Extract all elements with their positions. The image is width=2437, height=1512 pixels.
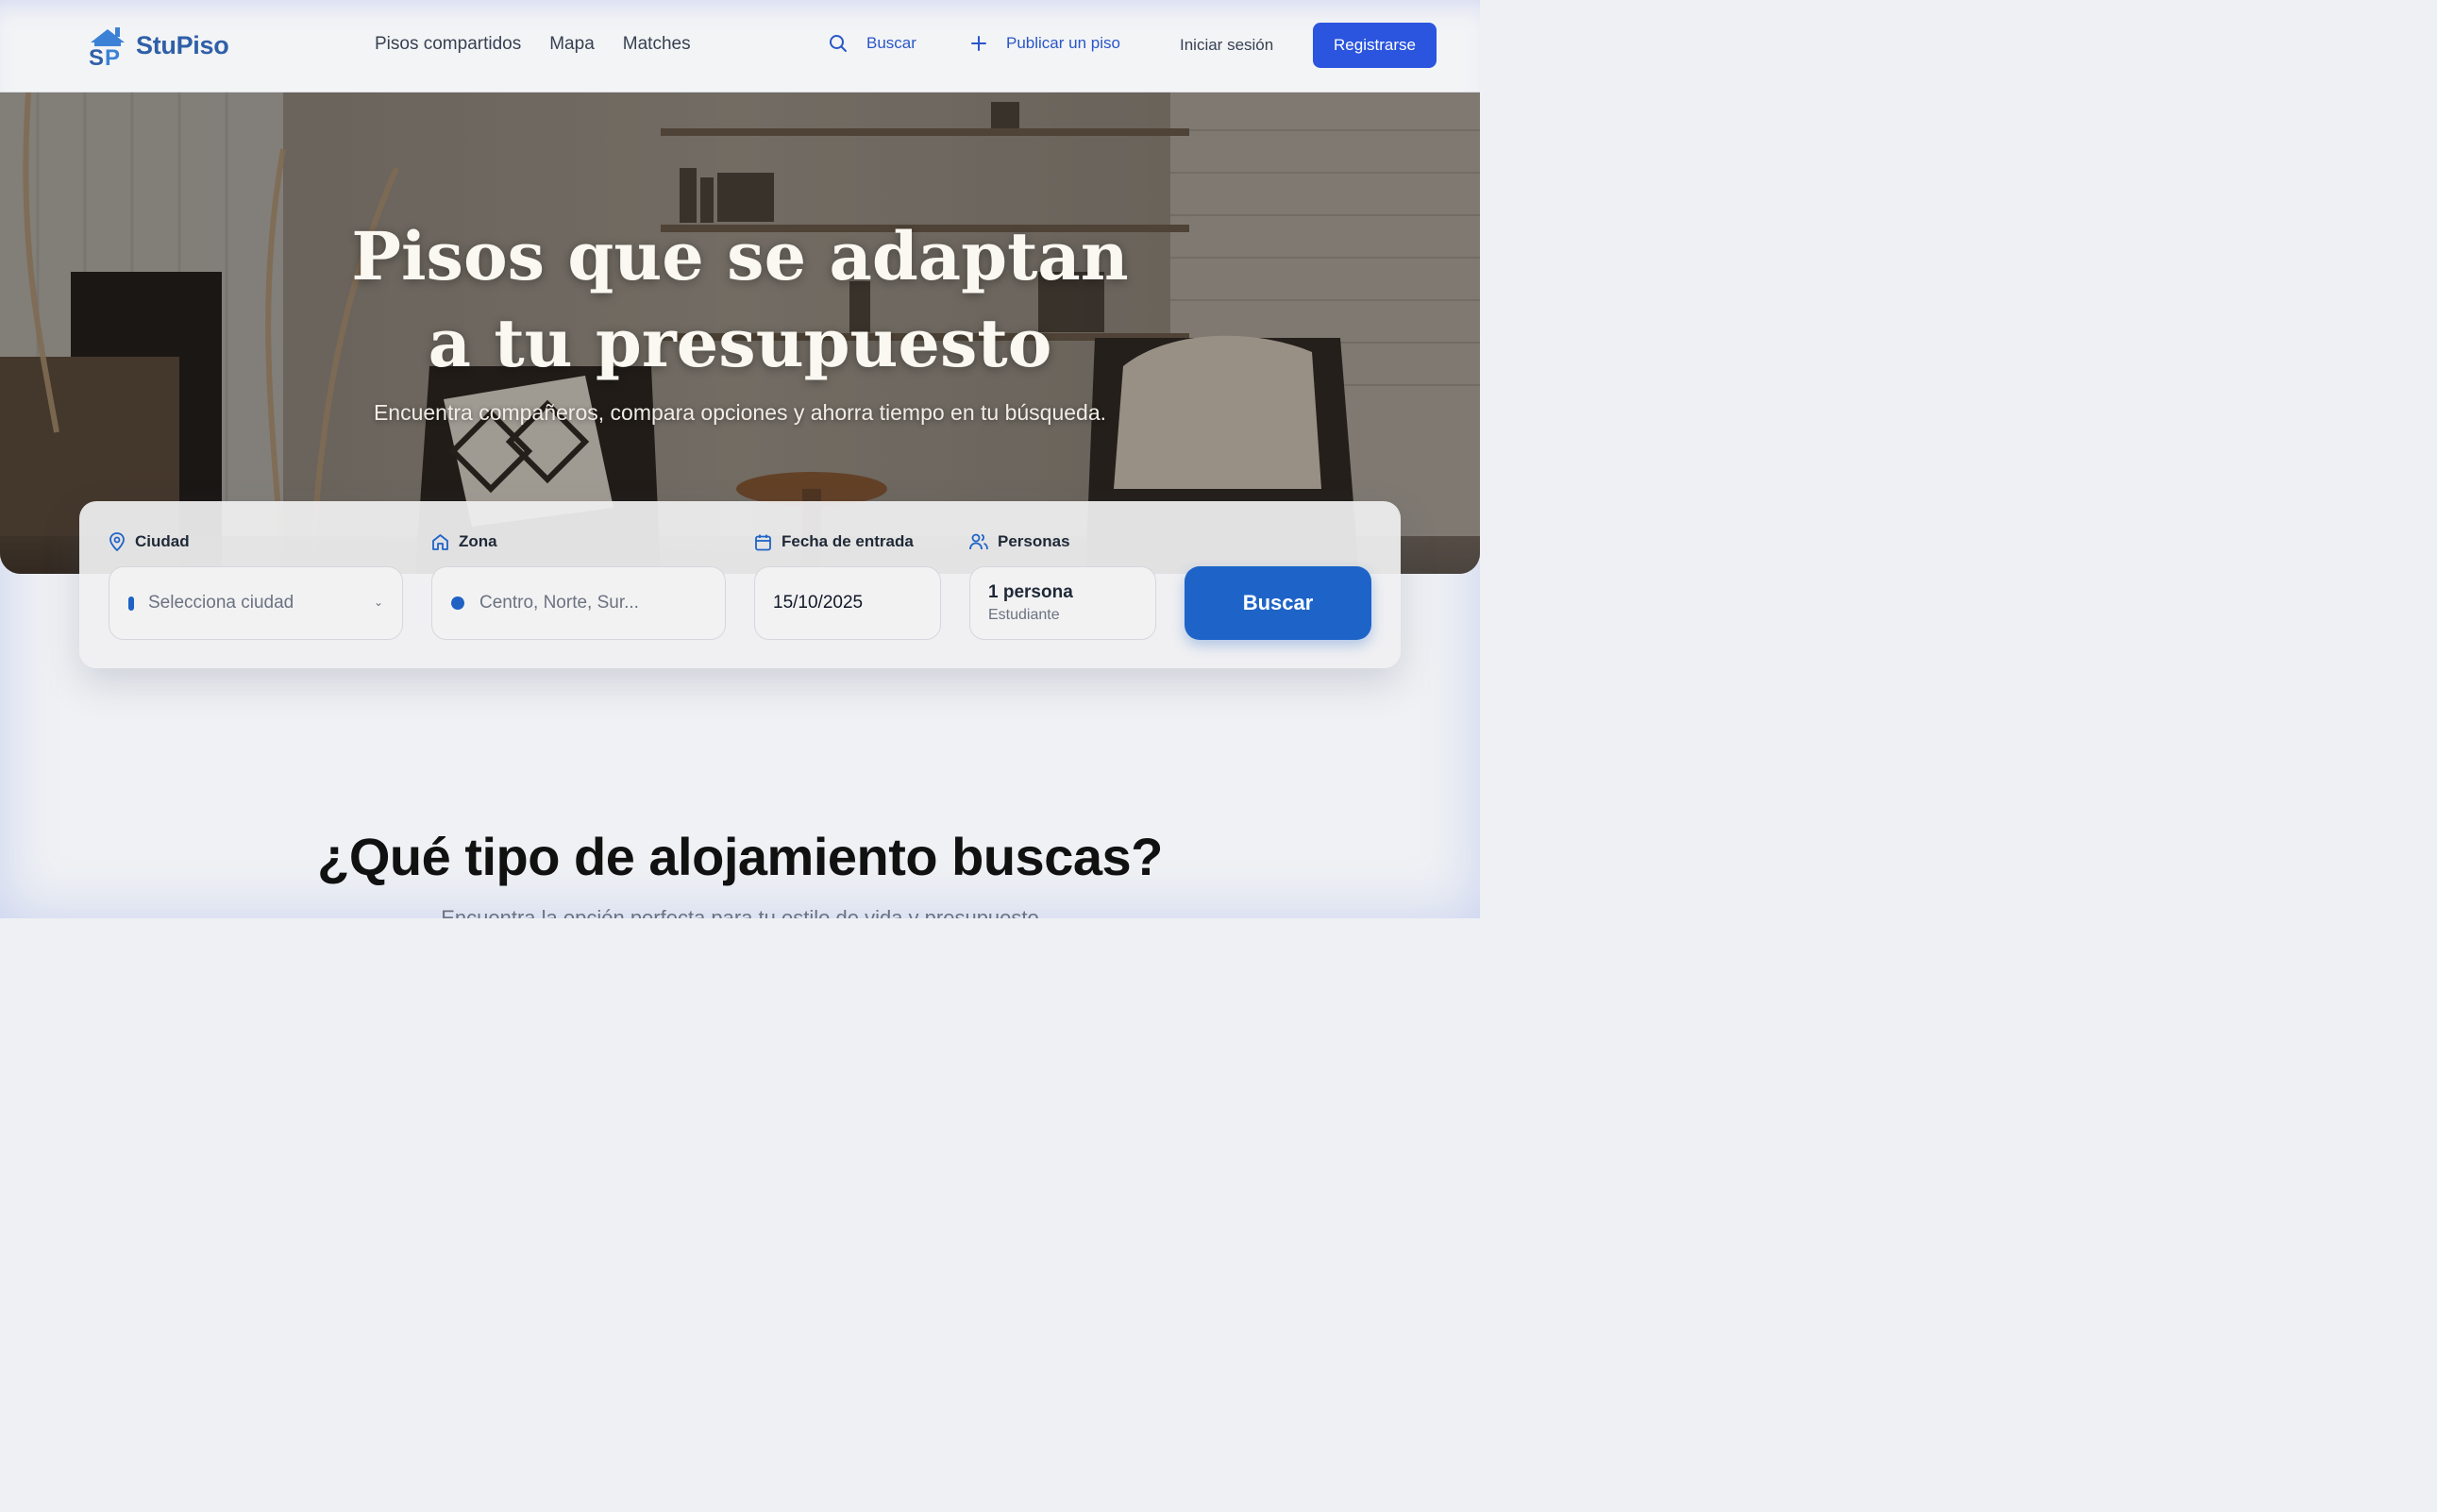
zone-indicator [451,596,464,610]
map-pin-icon [109,532,125,551]
section-subtitle: Encuentra la opción perfecta para tu est… [441,906,1039,918]
zone-label-text: Zona [459,532,497,550]
page: S P StuPiso Pisos compartidos Mapa Match… [0,0,1480,918]
login-link[interactable]: Iniciar sesión [1180,36,1273,55]
people-selector[interactable]: 1 persona Estudiante [969,566,1156,640]
nav-item-pisos-compartidos[interactable]: Pisos compartidos [375,34,521,55]
calendar-icon [755,534,771,550]
search-submit-button[interactable]: Buscar [1185,566,1371,640]
people-count: 1 persona [988,582,1073,602]
header-search-label: Buscar [866,34,916,52]
date-label: Fecha de entrada [754,532,914,551]
search-form: Ciudad Selecciona ciudad ⌄ Zona Centro, … [79,501,1401,668]
zone-input[interactable]: Centro, Norte, Sur... [431,566,726,640]
zone-label: Zona [431,532,497,551]
plus-icon [971,36,986,51]
register-button[interactable]: Registrarse [1313,23,1437,68]
city-select[interactable]: Selecciona ciudad ⌄ [109,566,403,640]
svg-text:P: P [105,45,120,67]
date-input[interactable]: 15/10/2025 [754,566,941,640]
brand-name: StuPiso [136,30,229,59]
logo-house-icon: S P [89,27,125,67]
nav-item-matches[interactable]: Matches [623,34,691,55]
chevron-down-icon: ⌄ [373,596,383,609]
home-icon [432,533,448,550]
date-label-text: Fecha de entrada [782,532,914,550]
city-label: Ciudad [109,532,190,551]
city-label-text: Ciudad [135,532,190,550]
top-header: S P StuPiso Pisos compartidos Mapa Match… [0,0,1480,92]
header-search-button[interactable]: Buscar [829,34,916,53]
people-type: Estudiante [988,607,1060,623]
hero-title: Pisos que se adaptan a tu presupuesto [0,213,1480,387]
hero-title-line-2: a tu presupuesto [428,304,1052,382]
zone-placeholder: Centro, Norte, Sur... [479,593,639,613]
hero-subtitle: Encuentra compañeros, compara opciones y… [373,400,1107,425]
city-indicator [128,596,134,611]
brand-logo[interactable]: S P StuPiso [87,24,229,67]
search-icon [830,35,847,52]
hero-title-line-1: Pisos que se adaptan [351,217,1129,295]
people-label: Personas [969,532,1070,551]
publish-flat-button[interactable]: Publicar un piso [970,34,1120,53]
svg-text:S: S [89,45,104,67]
main-nav: Pisos compartidos Mapa Matches [375,34,691,55]
publish-flat-label: Publicar un piso [1006,34,1120,52]
nav-item-mapa[interactable]: Mapa [549,34,595,55]
people-label-text: Personas [998,532,1070,550]
users-icon [969,533,988,550]
city-placeholder: Selecciona ciudad [148,593,294,613]
section-title: ¿Qué tipo de alojamiento buscas? [317,827,1163,886]
